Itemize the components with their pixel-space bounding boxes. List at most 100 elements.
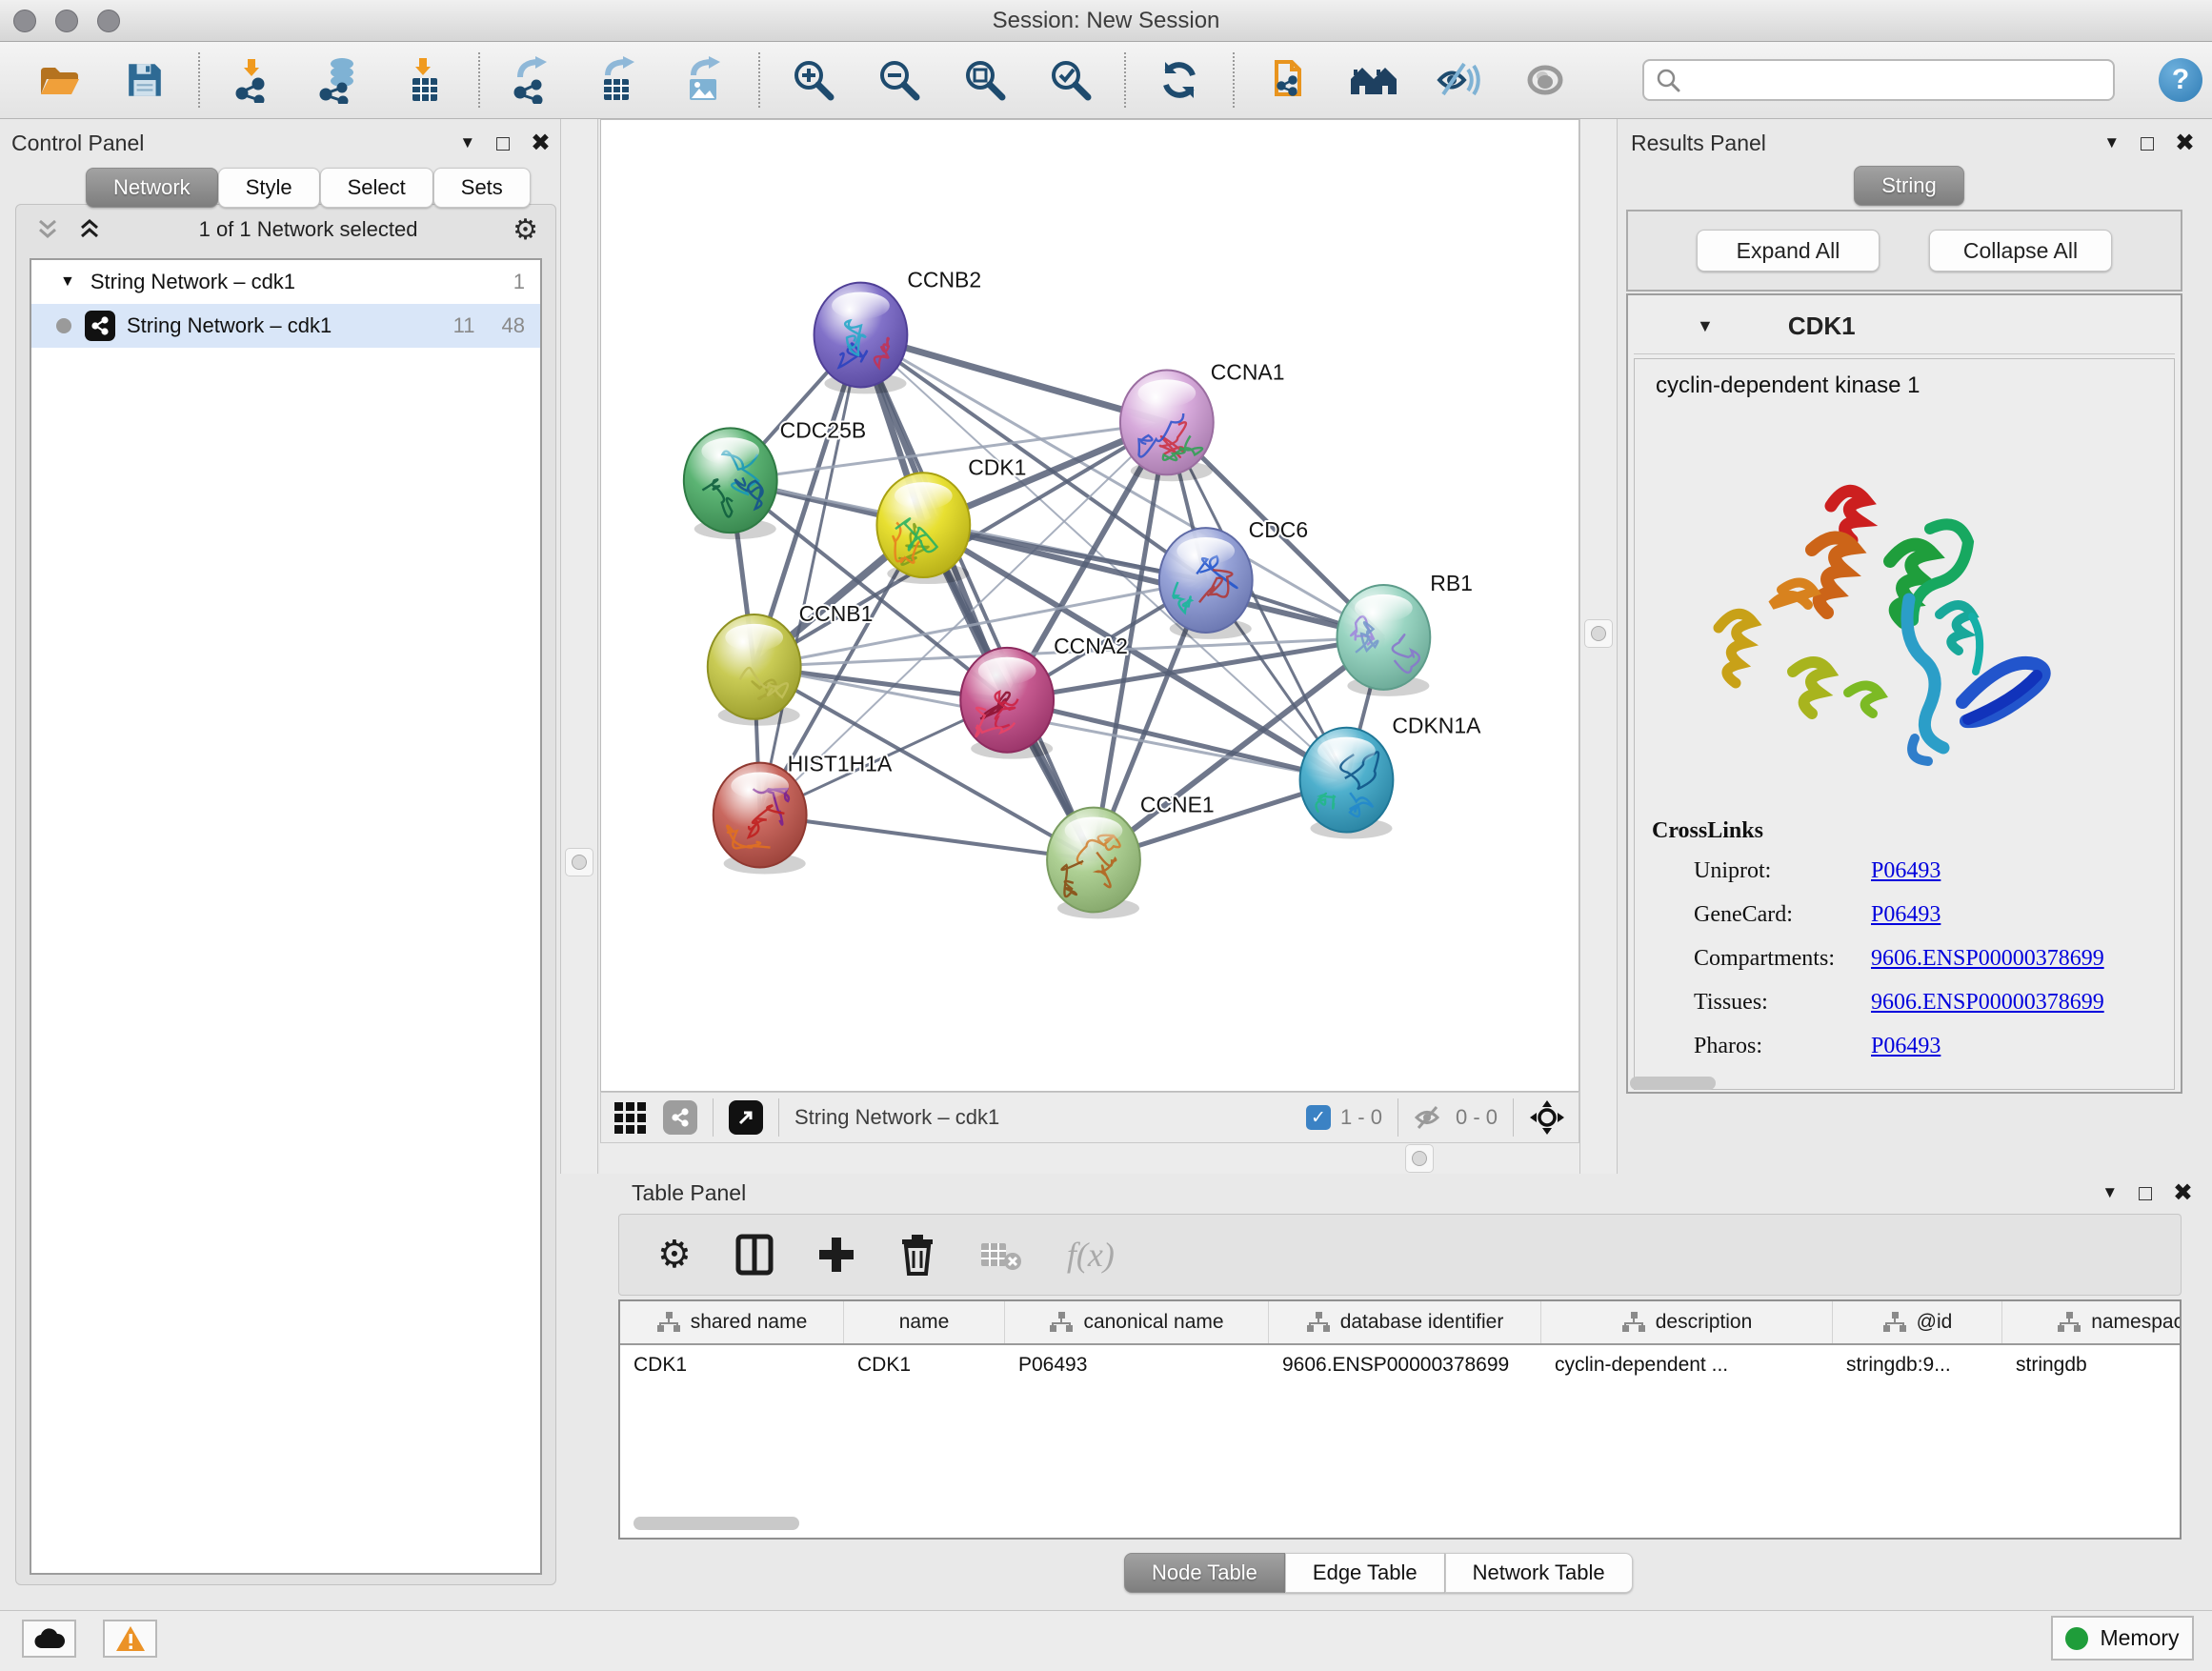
selected-checkbox[interactable]: ✓ bbox=[1306, 1105, 1331, 1130]
search-input[interactable] bbox=[1642, 59, 2115, 101]
gene-caret-icon[interactable]: ▼ bbox=[1697, 316, 1714, 336]
import-network-file-button[interactable] bbox=[229, 55, 278, 105]
uniprot-link[interactable]: P06493 bbox=[1871, 858, 1941, 884]
tab-sets[interactable]: Sets bbox=[433, 168, 531, 208]
expand-all-button[interactable]: Expand All bbox=[1697, 230, 1880, 272]
share-document-button[interactable] bbox=[1263, 55, 1313, 105]
panel-close-icon[interactable]: ✖ bbox=[2173, 1178, 2193, 1207]
network-node-RB1[interactable]: RB1 bbox=[1337, 571, 1472, 696]
table-cell[interactable]: stringdb bbox=[2002, 1345, 2182, 1389]
import-table-button[interactable] bbox=[400, 55, 450, 105]
network-canvas[interactable]: CCNB2CCNA1CDC25BCDK1CDC6RB1CCNB1CCNA2CDK… bbox=[600, 119, 1579, 1092]
column-header[interactable]: shared name bbox=[620, 1301, 844, 1343]
column-header[interactable]: @id bbox=[1833, 1301, 2002, 1343]
export-network-button[interactable] bbox=[509, 55, 558, 105]
hidden-eye-icon[interactable] bbox=[1414, 1105, 1446, 1130]
open-in-browser-icon[interactable] bbox=[729, 1100, 763, 1135]
table-cell[interactable]: CDK1 bbox=[844, 1345, 1005, 1389]
column-header[interactable]: name bbox=[844, 1301, 1005, 1343]
show-panel-eye-button[interactable] bbox=[1520, 55, 1570, 105]
tab-network-table[interactable]: Network Table bbox=[1445, 1553, 1633, 1593]
warnings-button[interactable] bbox=[103, 1620, 157, 1658]
panel-collapse-icon[interactable]: ▼ bbox=[2103, 133, 2120, 152]
tissues-link[interactable]: 9606.ENSP00000378699 bbox=[1871, 990, 2104, 1016]
table-cell[interactable]: stringdb:9... bbox=[1833, 1345, 2002, 1389]
save-session-button[interactable] bbox=[120, 55, 170, 105]
table-row[interactable]: CDK1 CDK1 P06493 9606.ENSP00000378699 cy… bbox=[620, 1345, 2182, 1389]
table-cell[interactable]: cyclin-dependent ... bbox=[1541, 1345, 1833, 1389]
expand-all-icon[interactable] bbox=[75, 215, 104, 244]
right-splitter-handle[interactable] bbox=[1584, 619, 1613, 648]
birdseye-navigator-icon[interactable] bbox=[1529, 1099, 1565, 1136]
column-header[interactable]: database identifier bbox=[1269, 1301, 1541, 1343]
left-splitter-handle[interactable] bbox=[565, 848, 593, 876]
hide-panel-eye-button[interactable] bbox=[1435, 55, 1484, 105]
network-edge[interactable] bbox=[1007, 700, 1346, 780]
network-home-button[interactable] bbox=[1349, 55, 1398, 105]
network-node-CDKN1A[interactable]: CDKN1A bbox=[1300, 714, 1482, 839]
table-settings-gear-icon[interactable]: ⚙ bbox=[657, 1233, 692, 1277]
gene-header-row[interactable]: ▼ CDK1 bbox=[1634, 299, 2175, 354]
panel-collapse-icon[interactable]: ▼ bbox=[2101, 1183, 2118, 1202]
table-cell[interactable]: 9606.ENSP00000378699 bbox=[1269, 1345, 1541, 1389]
network-edge[interactable] bbox=[760, 335, 861, 815]
network-node-HIST1H1A[interactable]: HIST1H1A bbox=[714, 752, 893, 875]
tab-string[interactable]: String bbox=[1854, 166, 1963, 206]
apply-layout-button[interactable] bbox=[1155, 55, 1204, 105]
panel-close-icon[interactable]: ✖ bbox=[531, 129, 551, 157]
table-cell[interactable]: P06493 bbox=[1005, 1345, 1269, 1389]
export-table-button[interactable] bbox=[594, 55, 644, 105]
network-node-CDC6[interactable]: CDC6 bbox=[1159, 517, 1308, 639]
panel-float-icon[interactable]: □ bbox=[2139, 1180, 2152, 1206]
column-header[interactable]: canonical name bbox=[1005, 1301, 1269, 1343]
add-column-icon[interactable] bbox=[817, 1236, 855, 1274]
cloud-status-button[interactable] bbox=[22, 1620, 76, 1658]
zoom-selected-button[interactable] bbox=[1046, 55, 1096, 105]
panel-collapse-icon[interactable]: ▼ bbox=[459, 133, 475, 152]
zoom-in-button[interactable] bbox=[789, 55, 838, 105]
panel-float-icon[interactable]: □ bbox=[496, 131, 510, 156]
horizontal-splitter-handle[interactable] bbox=[1405, 1144, 1434, 1173]
pharos-link[interactable]: P06493 bbox=[1871, 1034, 1941, 1059]
network-node-CCNB2[interactable]: CCNB2 bbox=[814, 268, 982, 394]
export-image-button[interactable] bbox=[680, 55, 730, 105]
delete-table-icon-disabled bbox=[979, 1238, 1023, 1272]
left-splitter[interactable] bbox=[560, 119, 598, 1174]
delete-trash-icon[interactable] bbox=[899, 1234, 935, 1276]
collapse-all-icon[interactable] bbox=[33, 215, 62, 244]
tab-network[interactable]: Network bbox=[86, 168, 218, 208]
table-hscroll-thumb[interactable] bbox=[633, 1517, 799, 1530]
help-button[interactable]: ? bbox=[2159, 58, 2202, 102]
show-grid-icon[interactable] bbox=[614, 1102, 646, 1134]
column-header[interactable]: namespace bbox=[2002, 1301, 2182, 1343]
tab-node-table[interactable]: Node Table bbox=[1124, 1553, 1285, 1593]
zoom-fit-button[interactable] bbox=[960, 55, 1010, 105]
tree-caret-icon[interactable]: ▼ bbox=[60, 273, 75, 291]
import-network-database-button[interactable] bbox=[314, 55, 364, 105]
memory-button[interactable]: Memory bbox=[2051, 1616, 2194, 1661]
show-columns-icon[interactable] bbox=[735, 1234, 774, 1276]
results-hscroll-thumb[interactable] bbox=[1630, 1077, 1716, 1090]
network-edge[interactable] bbox=[760, 815, 1094, 860]
open-session-button[interactable] bbox=[34, 55, 84, 105]
tab-style[interactable]: Style bbox=[218, 168, 320, 208]
compartments-link[interactable]: 9606.ENSP00000378699 bbox=[1871, 946, 2104, 972]
horizontal-splitter[interactable] bbox=[600, 1143, 1579, 1174]
string-badge-icon[interactable] bbox=[663, 1100, 697, 1135]
network-node-CCNA1[interactable]: CCNA1 bbox=[1120, 359, 1285, 481]
table-cell[interactable]: CDK1 bbox=[620, 1345, 844, 1389]
gear-icon[interactable]: ⚙ bbox=[513, 213, 538, 247]
zoom-out-button[interactable] bbox=[875, 55, 924, 105]
tab-select[interactable]: Select bbox=[320, 168, 433, 208]
column-header[interactable]: description bbox=[1541, 1301, 1833, 1343]
panel-close-icon[interactable]: ✖ bbox=[2175, 129, 2195, 157]
panel-float-icon[interactable]: □ bbox=[2141, 131, 2154, 156]
right-splitter[interactable] bbox=[1579, 119, 1618, 1174]
network-row[interactable]: String Network – cdk1 11 48 bbox=[31, 304, 540, 348]
network-edge[interactable] bbox=[860, 335, 1094, 860]
tab-edge-table[interactable]: Edge Table bbox=[1285, 1553, 1445, 1593]
network-node-CDC25B[interactable]: CDC25B bbox=[684, 417, 866, 539]
network-collection-row[interactable]: ▼ String Network – cdk1 1 bbox=[31, 260, 540, 304]
collapse-all-button[interactable]: Collapse All bbox=[1929, 230, 2112, 272]
genecard-link[interactable]: P06493 bbox=[1871, 902, 1941, 928]
